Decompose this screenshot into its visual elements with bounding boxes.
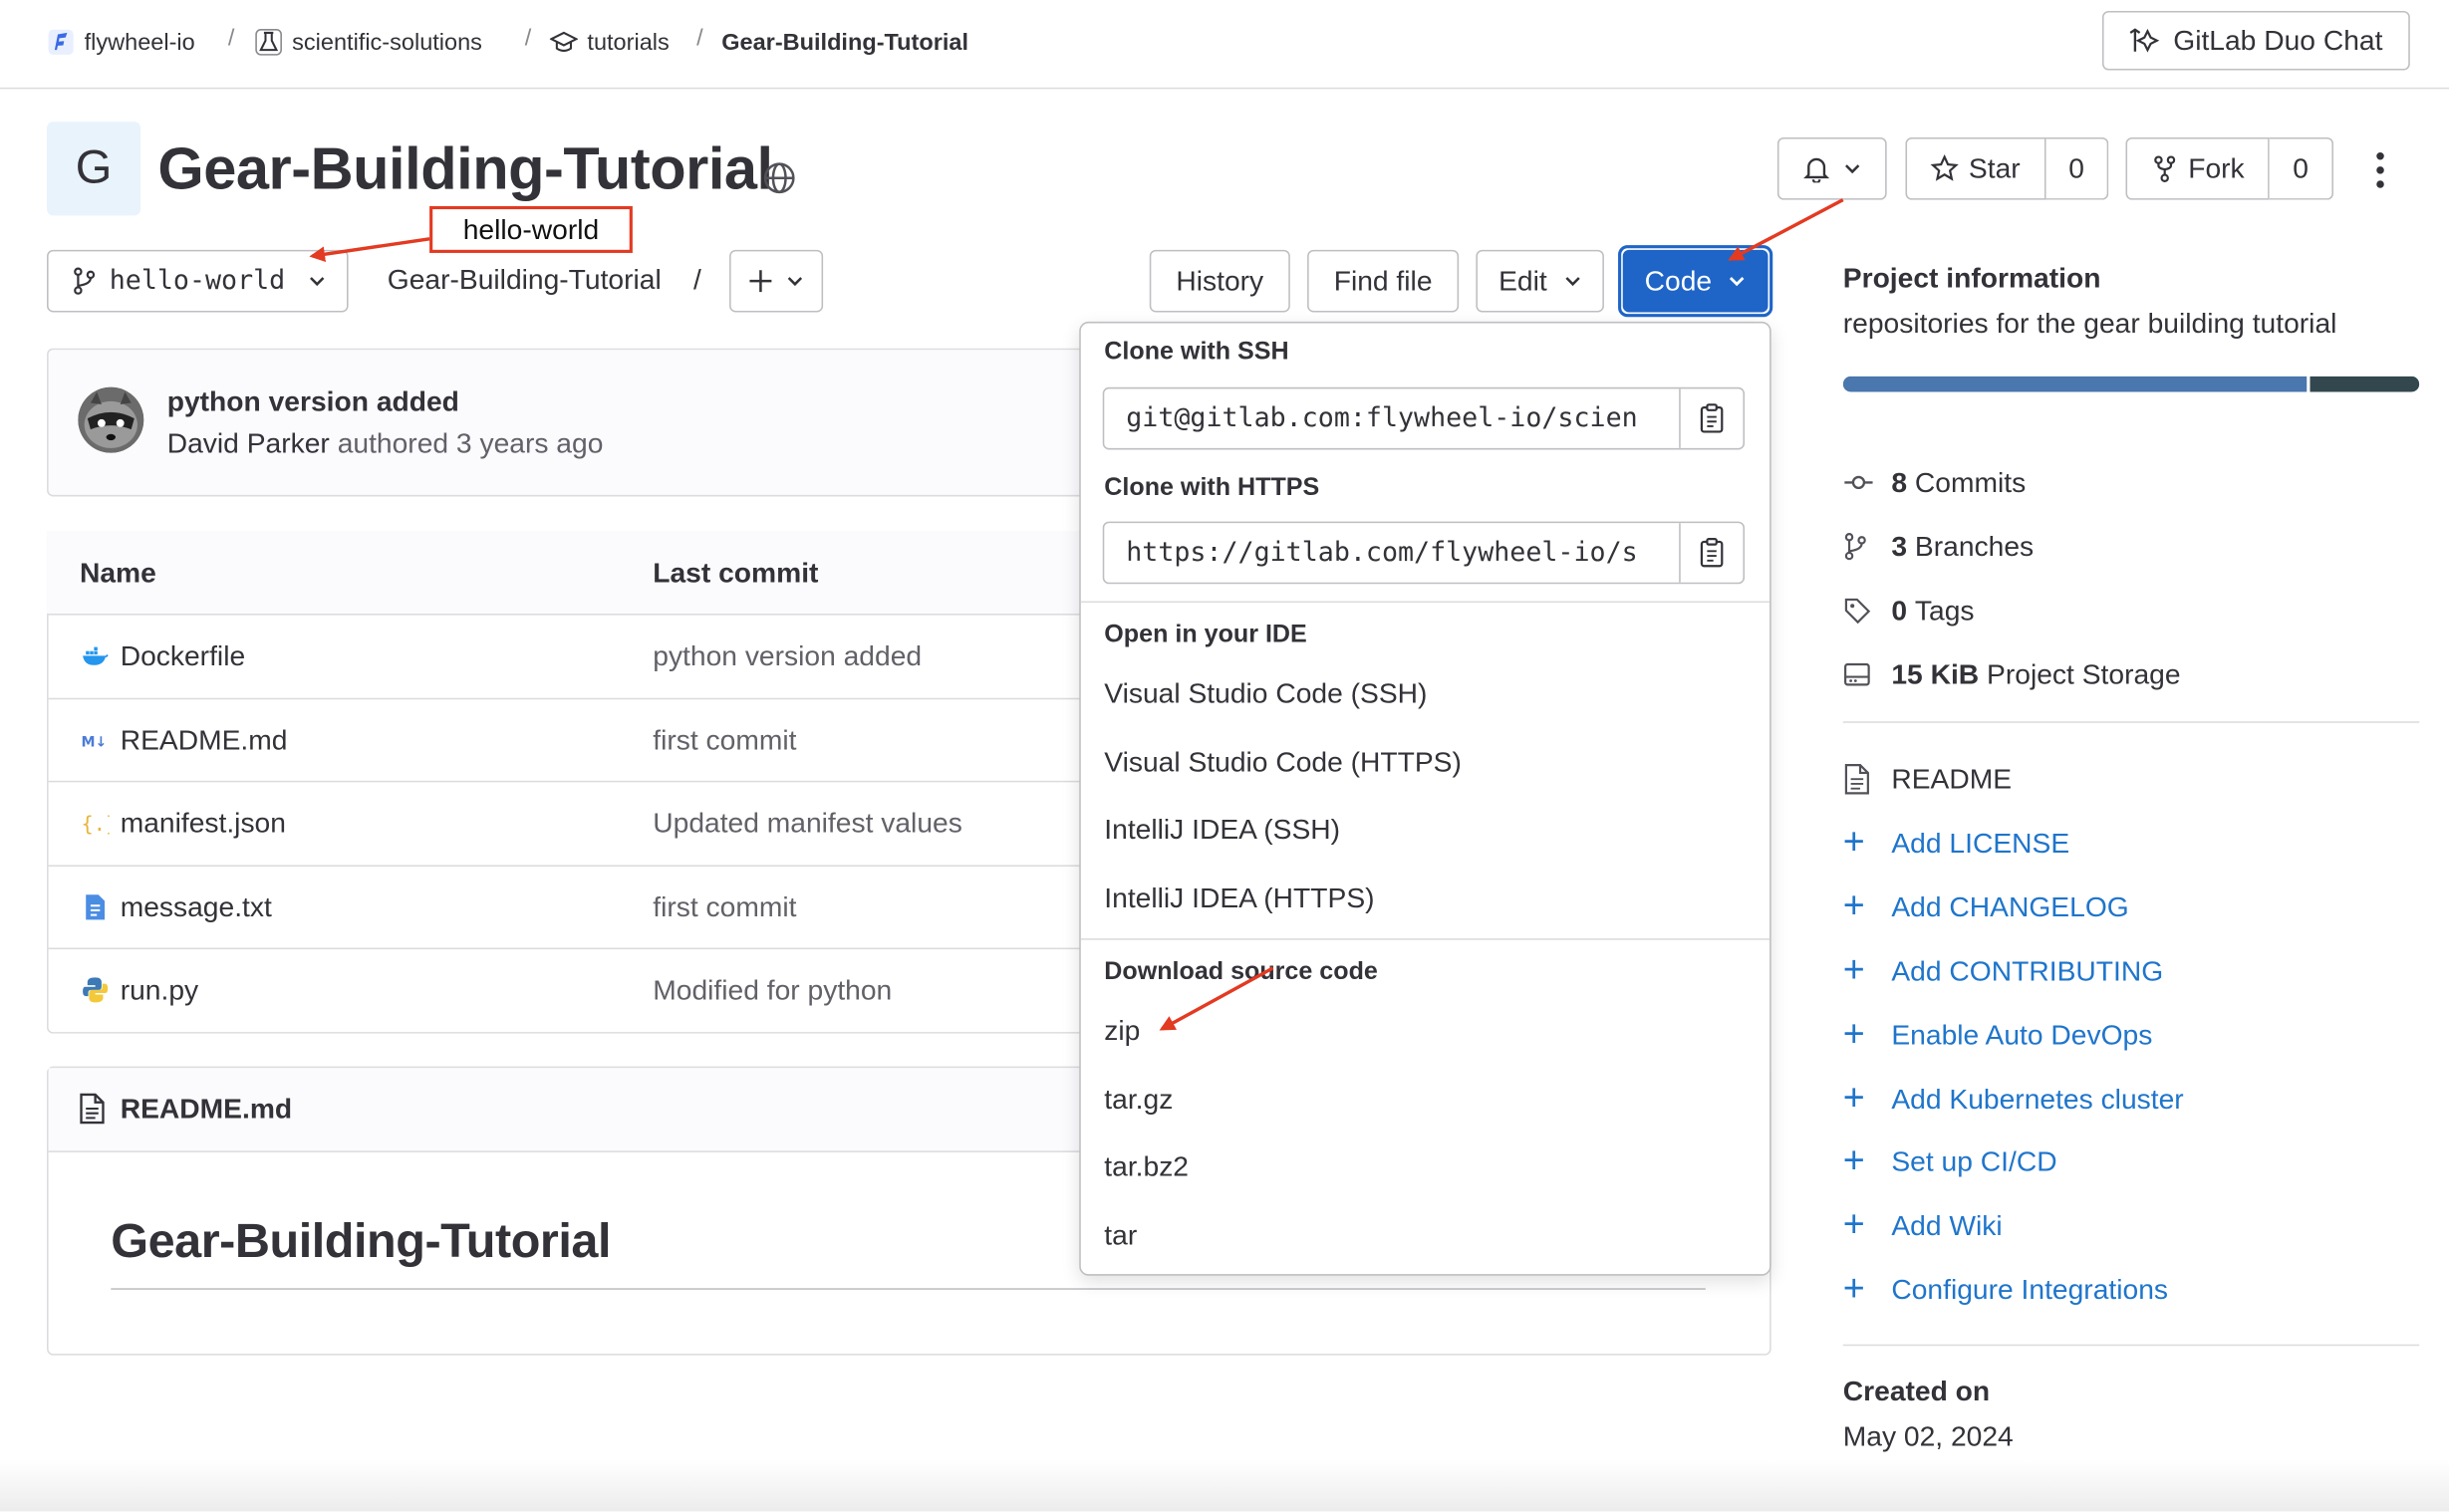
arrow-to-zip: [1159, 966, 1274, 1031]
arrow-to-code-button: [1728, 198, 1844, 261]
arrow-to-branch: [309, 237, 430, 263]
annotation-arrows: [309, 198, 1844, 1031]
